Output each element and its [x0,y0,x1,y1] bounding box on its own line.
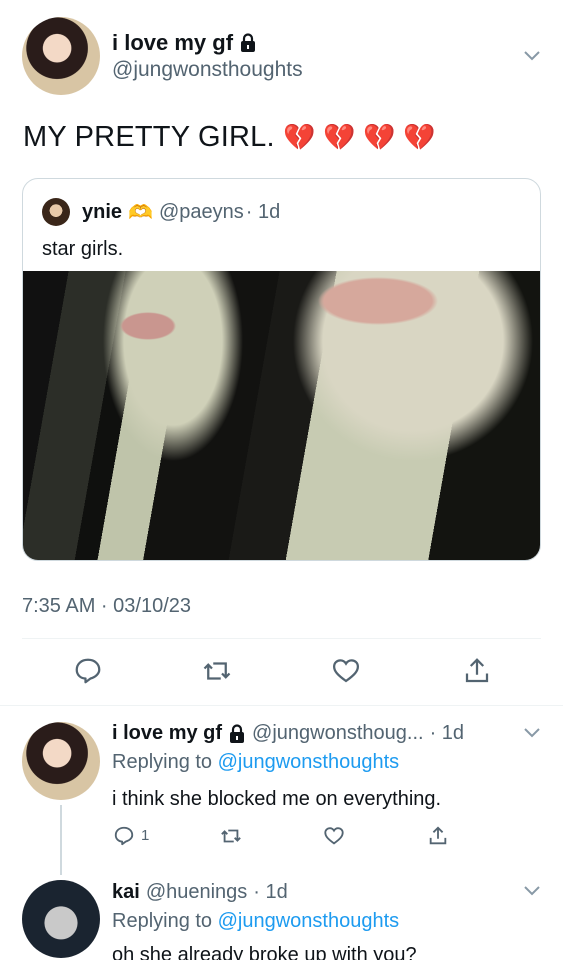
like-icon[interactable] [323,825,345,847]
reply-time: · 1d [253,881,288,903]
share-icon[interactable] [427,825,449,847]
chevron-down-icon[interactable] [523,50,541,62]
quote-display-name: ynie [82,201,123,223]
tweet-text-body: MY PRETTY GIRL. [23,121,275,153]
reply-header: i love my gf @jungwonsthoug... · 1d [112,722,464,745]
replying-to-prefix: Replying to [112,751,213,773]
replying-to-handle[interactable]: @jungwonsthoughts [218,910,400,932]
reply-count: 1 [141,827,150,844]
main-display-name[interactable]: i love my gf [112,30,257,56]
chevron-down-icon[interactable] [523,727,541,739]
reply-display-name[interactable]: kai [112,881,140,904]
lock-icon [239,33,257,53]
share-icon[interactable] [462,656,492,686]
main-avatar[interactable] [22,17,100,95]
reply-header: kai @huenings · 1d [112,881,288,904]
replying-to-handle[interactable]: @jungwonsthoughts [218,751,400,773]
quote-handle: @paeyns [158,201,244,223]
reply-avatar[interactable] [22,722,100,800]
replying-to-line: Replying to @jungwonsthoughts [112,751,399,774]
quote-photo[interactable] [23,271,540,560]
main-handle[interactable]: @jungwonsthoughts [112,58,303,82]
retweet-icon[interactable] [220,825,242,847]
reply-handle[interactable]: @jungwonsthoug... [252,722,424,745]
reply-text: oh she already broke up with you? [112,944,417,960]
chevron-down-icon[interactable] [523,885,541,897]
replying-to-line: Replying to @jungwonsthoughts [112,910,399,933]
quote-time: · 1d [245,201,281,223]
tweet-timestamp[interactable]: 7:35 AM · 03/10/23 [22,595,191,618]
quote-header: ynie 🫶 @paeyns · 1d [82,200,280,225]
lock-icon [228,723,246,744]
broken-heart-emojis: 💔 💔 💔 💔 [282,122,436,152]
divider [0,705,563,706]
reply-display-name[interactable]: i love my gf [112,722,222,745]
reply-icon[interactable] [73,656,103,686]
heart-hands-emoji: 🫶 [128,202,153,224]
replying-to-prefix: Replying to [112,910,213,932]
quoted-tweet-card[interactable]: ynie 🫶 @paeyns · 1d star girls. [22,178,541,561]
tweet-text: MY PRETTY GIRL. 💔 💔 💔 💔 [23,121,436,154]
retweet-icon[interactable] [202,656,232,686]
display-name-text: i love my gf [112,30,234,55]
reply-handle[interactable]: @huenings [146,881,247,904]
reply-icon[interactable] [113,825,135,847]
like-icon[interactable] [331,656,361,686]
quote-text: star girls. [42,238,124,260]
quote-avatar [42,198,70,226]
reply-time: · 1d [429,722,465,744]
reply-avatar[interactable] [22,880,100,958]
thread-line [60,805,62,875]
reply-text: i think she blocked me on everything. [112,788,442,810]
divider [22,638,541,639]
